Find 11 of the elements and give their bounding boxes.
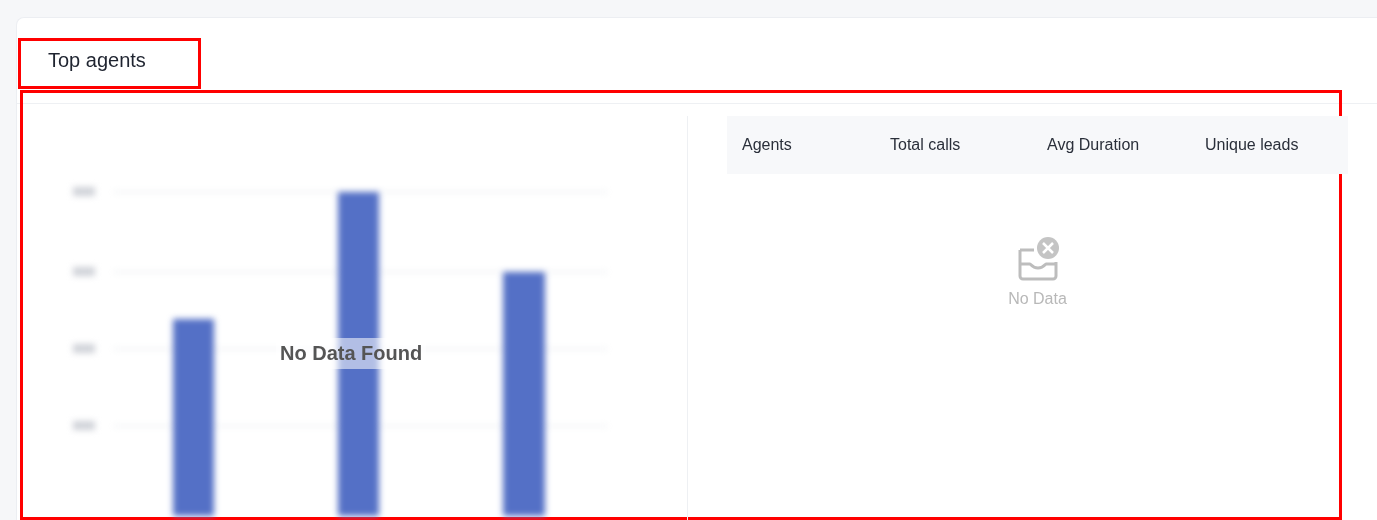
- column-header: Total calls: [890, 136, 962, 154]
- blurred-tick-label: [73, 421, 95, 430]
- section-title: Top agents: [18, 38, 201, 89]
- column-header: Agents: [742, 136, 793, 154]
- blurred-tick-label: [73, 267, 95, 276]
- blurred-tick-label: [73, 187, 95, 196]
- empty-state-text: No Data: [1008, 290, 1067, 308]
- blurred-tick-label: [73, 344, 95, 353]
- no-data-message: No Data Found: [276, 338, 427, 369]
- column-header: Unique leads: [1205, 136, 1300, 154]
- column-header: Avg Duration: [1047, 136, 1141, 154]
